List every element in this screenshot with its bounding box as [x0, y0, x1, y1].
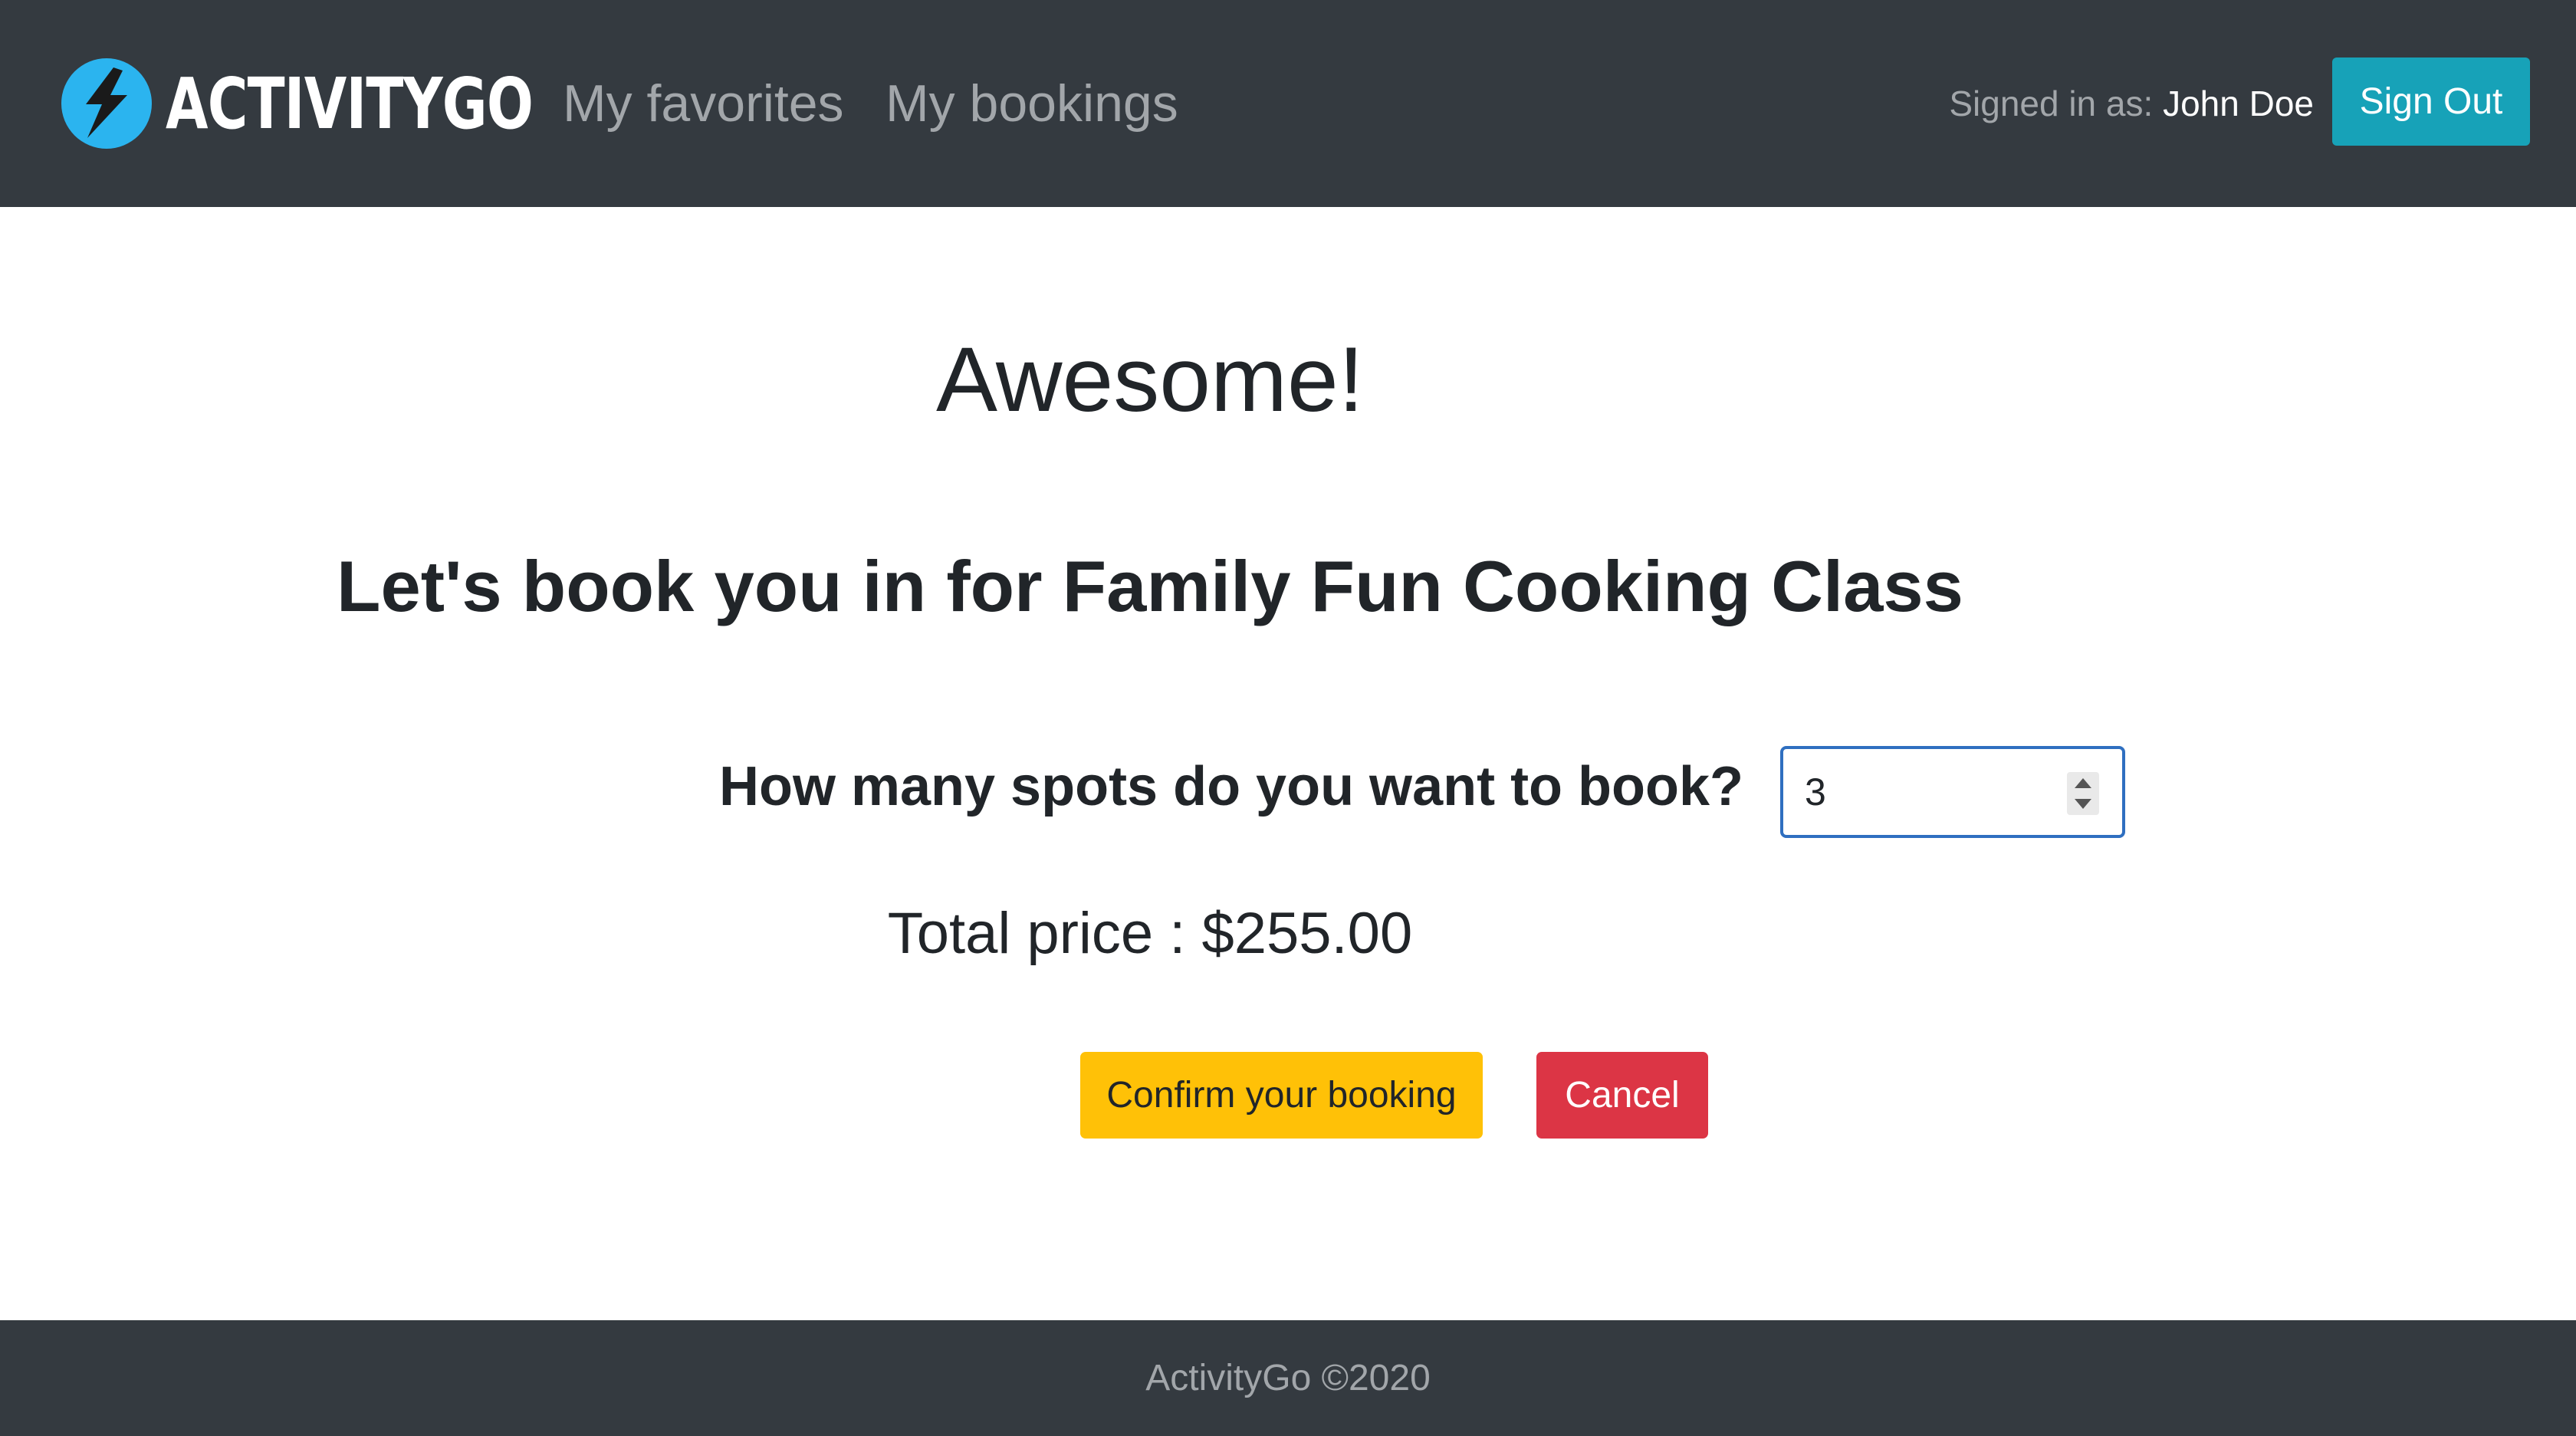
lightning-bolt-icon[interactable] — [60, 57, 153, 150]
brand-logo-text[interactable]: ACTIVITYGO — [166, 58, 534, 150]
decrement-arrow-icon[interactable] — [2075, 799, 2091, 809]
nav-my-favorites[interactable]: My favorites — [563, 71, 844, 136]
footer-copyright: ActivityGo ©2020 — [1145, 1358, 1431, 1398]
increment-arrow-icon[interactable] — [2075, 778, 2091, 788]
booking-subheadline: Let's book you in for Family Fun Cooking… — [337, 546, 1963, 626]
page-headline: Awesome! — [935, 328, 1365, 431]
spots-input[interactable] — [1805, 749, 2035, 835]
cancel-button[interactable]: Cancel — [1536, 1052, 1708, 1139]
signed-in-prefix: Signed in as: — [1949, 84, 2154, 123]
confirm-booking-button[interactable]: Confirm your booking — [1080, 1052, 1483, 1139]
total-price: Total price : $255.00 — [887, 901, 1413, 966]
user-name: John Doe — [2163, 84, 2314, 123]
spots-number-field[interactable] — [1780, 746, 2125, 838]
sign-out-button[interactable]: Sign Out — [2332, 58, 2530, 146]
footer: ActivityGo ©2020 — [0, 1320, 2576, 1436]
quantity-stepper[interactable] — [2067, 772, 2099, 815]
nav-my-bookings[interactable]: My bookings — [886, 71, 1178, 136]
spots-question-label: How many spots do you want to book? — [718, 756, 1743, 817]
signed-in-status: Signed in as: John Doe — [1949, 80, 2314, 127]
navbar: ACTIVITYGO My favorites My bookings Sign… — [0, 0, 2576, 207]
